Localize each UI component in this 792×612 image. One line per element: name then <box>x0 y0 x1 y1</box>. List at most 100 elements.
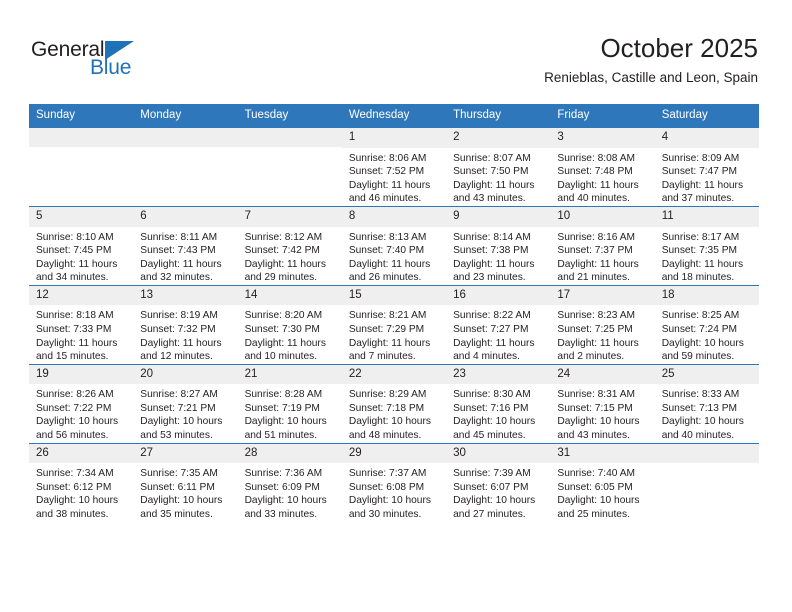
calendar-day-cell-23[interactable]: 23 Sunrise: 8:30 AM Sunset: 7:16 PM Dayligh… <box>446 363 551 444</box>
day-sun-info: Sunrise: 8:16 AM Sunset: 7:37 PM Daylight:… <box>550 227 654 285</box>
daylight-text: Daylight: 11 hours and 4 minutes. <box>453 337 535 363</box>
day-number <box>29 128 134 147</box>
calendar-day-cell-6[interactable]: 6 Sunrise: 8:11 AM Sunset: 7:43 PM Daylight… <box>133 205 238 286</box>
calendar-day-cell-20[interactable]: 20 Sunrise: 8:27 AM Sunset: 7:21 PM Dayligh… <box>133 363 238 444</box>
calendar-day-cell-9[interactable]: 9 Sunrise: 8:14 AM Sunset: 7:38 PM Daylight… <box>446 205 551 286</box>
daylight-text: Daylight: 11 hours and 29 minutes. <box>244 258 326 284</box>
page-header: General Blue October 2025 Renieblas, Cas… <box>0 0 792 96</box>
calendar-day-cell-10[interactable]: 10 Sunrise: 8:16 AM Sunset: 7:37 PM Dayligh… <box>550 205 655 286</box>
weekday-header-sunday: Sunday <box>29 104 134 128</box>
calendar-day-cell-12[interactable]: 12 Sunrise: 8:18 AM Sunset: 7:33 PM Dayligh… <box>29 284 134 365</box>
logo-text-blue: Blue <box>90 56 132 79</box>
calendar-day-cell-8[interactable]: 8 Sunrise: 8:13 AM Sunset: 7:40 PM Daylight… <box>341 205 447 286</box>
calendar-day-cell-26[interactable]: 26 Sunrise: 7:34 AM Sunset: 6:12 PM Dayligh… <box>29 442 134 522</box>
calendar-day-cell-empty <box>654 442 759 522</box>
calendar-day-cell-7[interactable]: 7 Sunrise: 8:12 AM Sunset: 7:42 PM Daylight… <box>237 205 342 286</box>
day-number: 3 <box>550 128 655 148</box>
daylight-text: Daylight: 10 hours and 30 minutes. <box>348 495 431 520</box>
calendar-day-cell-28[interactable]: 28 Sunrise: 7:36 AM Sunset: 6:09 PM Dayligh… <box>237 442 342 522</box>
daylight-text: Daylight: 11 hours and 37 minutes. <box>661 179 744 205</box>
sunset-text: Sunset: 6:08 PM <box>348 481 425 493</box>
sunset-text: Sunset: 6:11 PM <box>140 481 215 493</box>
calendar-day-cell-25[interactable]: 25 Sunrise: 8:33 AM Sunset: 7:13 PM Dayligh… <box>654 363 759 444</box>
day-number: 26 <box>29 443 134 464</box>
sunset-text: Sunset: 7:50 PM <box>453 166 529 178</box>
sunrise-text: Sunrise: 8:10 AM <box>36 231 114 243</box>
sunrise-text: Sunrise: 8:23 AM <box>557 310 635 322</box>
calendar-day-cell-21[interactable]: 21 Sunrise: 8:28 AM Sunset: 7:19 PM Dayligh… <box>237 363 342 444</box>
day-number: 9 <box>446 206 551 227</box>
daylight-text: Daylight: 11 hours and 12 minutes. <box>140 337 222 363</box>
sunset-text: Sunset: 7:16 PM <box>453 402 529 414</box>
daylight-text: Daylight: 11 hours and 32 minutes. <box>140 258 222 284</box>
weekday-header-wednesday: Wednesday <box>341 104 447 128</box>
calendar-day-cell-11[interactable]: 11 Sunrise: 8:17 AM Sunset: 7:35 PM Dayligh… <box>654 205 759 286</box>
day-sun-info: Sunrise: 8:09 AM Sunset: 7:47 PM Daylight:… <box>655 148 759 206</box>
calendar-day-cell-5[interactable]: 5 Sunrise: 8:10 AM Sunset: 7:45 PM Daylight… <box>29 205 134 286</box>
sunrise-text: Sunrise: 8:27 AM <box>140 389 218 401</box>
daylight-text: Daylight: 11 hours and 21 minutes. <box>557 258 639 284</box>
sunset-text: Sunset: 7:33 PM <box>36 323 112 335</box>
sunset-text: Sunset: 7:42 PM <box>244 245 320 257</box>
day-sun-info: Sunrise: 8:27 AM Sunset: 7:21 PM Daylight:… <box>133 384 237 442</box>
daylight-text: Daylight: 10 hours and 33 minutes. <box>244 495 327 520</box>
day-sun-info: Sunrise: 8:20 AM Sunset: 7:30 PM Daylight:… <box>238 305 342 363</box>
calendar-day-cell-15[interactable]: 15 Sunrise: 8:21 AM Sunset: 7:29 PM Dayligh… <box>341 284 447 365</box>
sunrise-text: Sunrise: 8:12 AM <box>244 231 323 243</box>
calendar-day-cell-empty <box>29 127 134 207</box>
sunset-text: Sunset: 7:37 PM <box>557 245 633 257</box>
calendar-day-cell-31[interactable]: 31 Sunrise: 7:40 AM Sunset: 6:05 PM Dayligh… <box>550 442 655 522</box>
day-number: 29 <box>341 443 447 464</box>
sunset-text: Sunset: 7:27 PM <box>453 323 529 335</box>
day-number: 15 <box>341 285 447 306</box>
sunrise-text: Sunrise: 8:08 AM <box>557 152 635 164</box>
day-number: 17 <box>550 285 655 306</box>
day-number: 12 <box>29 285 134 306</box>
day-sun-info: Sunrise: 8:28 AM Sunset: 7:19 PM Daylight:… <box>238 384 342 442</box>
page-subtitle: Renieblas, Castille and Leon, Spain <box>544 69 758 85</box>
sunrise-text: Sunrise: 8:31 AM <box>557 389 635 401</box>
day-sun-info: Sunrise: 8:30 AM Sunset: 7:16 PM Daylight:… <box>446 384 550 442</box>
calendar-day-cell-27[interactable]: 27 Sunrise: 7:35 AM Sunset: 6:11 PM Dayligh… <box>133 442 238 522</box>
daylight-text: Daylight: 11 hours and 40 minutes. <box>557 179 639 205</box>
sunrise-text: Sunrise: 7:39 AM <box>453 468 531 480</box>
daylight-text: Daylight: 11 hours and 10 minutes. <box>244 337 326 363</box>
sunset-text: Sunset: 7:24 PM <box>661 323 738 335</box>
calendar-day-cell-17[interactable]: 17 Sunrise: 8:23 AM Sunset: 7:25 PM Dayligh… <box>550 284 655 365</box>
weekday-header-tuesday: Tuesday <box>237 104 342 128</box>
calendar-day-cell-22[interactable]: 22 Sunrise: 8:29 AM Sunset: 7:18 PM Dayligh… <box>341 363 447 444</box>
calendar-day-cell-16[interactable]: 16 Sunrise: 8:22 AM Sunset: 7:27 PM Dayligh… <box>446 284 551 365</box>
sunrise-text: Sunrise: 7:36 AM <box>244 468 323 480</box>
day-sun-info: Sunrise: 8:31 AM Sunset: 7:15 PM Daylight:… <box>550 384 654 442</box>
sunrise-text: Sunrise: 8:18 AM <box>36 310 114 322</box>
calendar-day-cell-13[interactable]: 13 Sunrise: 8:19 AM Sunset: 7:32 PM Dayligh… <box>133 284 238 365</box>
calendar-day-cell-2[interactable]: 2 Sunrise: 8:07 AM Sunset: 7:50 PM Daylight… <box>446 127 551 207</box>
calendar-day-cell-29[interactable]: 29 Sunrise: 7:37 AM Sunset: 6:08 PM Dayligh… <box>341 442 447 522</box>
general-blue-logo[interactable]: General Blue <box>31 38 171 84</box>
weekday-header-row: Sunday Monday Tuesday Wednesday Thursday Frid… <box>29 104 759 128</box>
weekday-header-thursday: Thursday <box>446 104 551 128</box>
calendar-week-row: 12 Sunrise: 8:18 AM Sunset: 7:33 PM Dayligh… <box>29 284 759 365</box>
day-sun-info: Sunrise: 8:29 AM Sunset: 7:18 PM Daylight:… <box>342 384 446 442</box>
sunset-text: Sunset: 7:22 PM <box>36 402 112 414</box>
calendar-day-cell-3[interactable]: 3 Sunrise: 8:08 AM Sunset: 7:48 PM Daylight… <box>550 127 655 207</box>
sunrise-text: Sunrise: 8:29 AM <box>348 389 427 401</box>
day-number <box>237 128 342 147</box>
calendar-day-cell-19[interactable]: 19 Sunrise: 8:26 AM Sunset: 7:22 PM Dayligh… <box>29 363 134 444</box>
sunrise-text: Sunrise: 8:22 AM <box>453 310 531 322</box>
calendar-day-cell-4[interactable]: 4 Sunrise: 8:09 AM Sunset: 7:47 PM Daylight… <box>654 127 759 207</box>
calendar-day-cell-24[interactable]: 24 Sunrise: 8:31 AM Sunset: 7:15 PM Dayligh… <box>550 363 655 444</box>
sunset-text: Sunset: 6:07 PM <box>453 481 529 493</box>
calendar-day-cell-18[interactable]: 18 Sunrise: 8:25 AM Sunset: 7:24 PM Dayligh… <box>654 284 759 365</box>
daylight-text: Daylight: 11 hours and 26 minutes. <box>348 258 431 284</box>
calendar-day-cell-1[interactable]: 1 Sunrise: 8:06 AM Sunset: 7:52 PM Daylight… <box>341 127 447 207</box>
calendar-day-cell-14[interactable]: 14 Sunrise: 8:20 AM Sunset: 7:30 PM Dayligh… <box>237 284 342 365</box>
sunrise-text: Sunrise: 8:09 AM <box>661 152 740 164</box>
calendar-day-cell-30[interactable]: 30 Sunrise: 7:39 AM Sunset: 6:07 PM Dayligh… <box>446 442 551 522</box>
daylight-text: Daylight: 10 hours and 51 minutes. <box>244 416 327 441</box>
sunset-text: Sunset: 7:25 PM <box>557 323 633 335</box>
sunset-text: Sunset: 7:15 PM <box>557 402 633 414</box>
sunset-text: Sunset: 7:32 PM <box>140 323 216 335</box>
sunrise-text: Sunrise: 8:26 AM <box>36 389 114 401</box>
daylight-text: Daylight: 11 hours and 18 minutes. <box>661 258 744 284</box>
